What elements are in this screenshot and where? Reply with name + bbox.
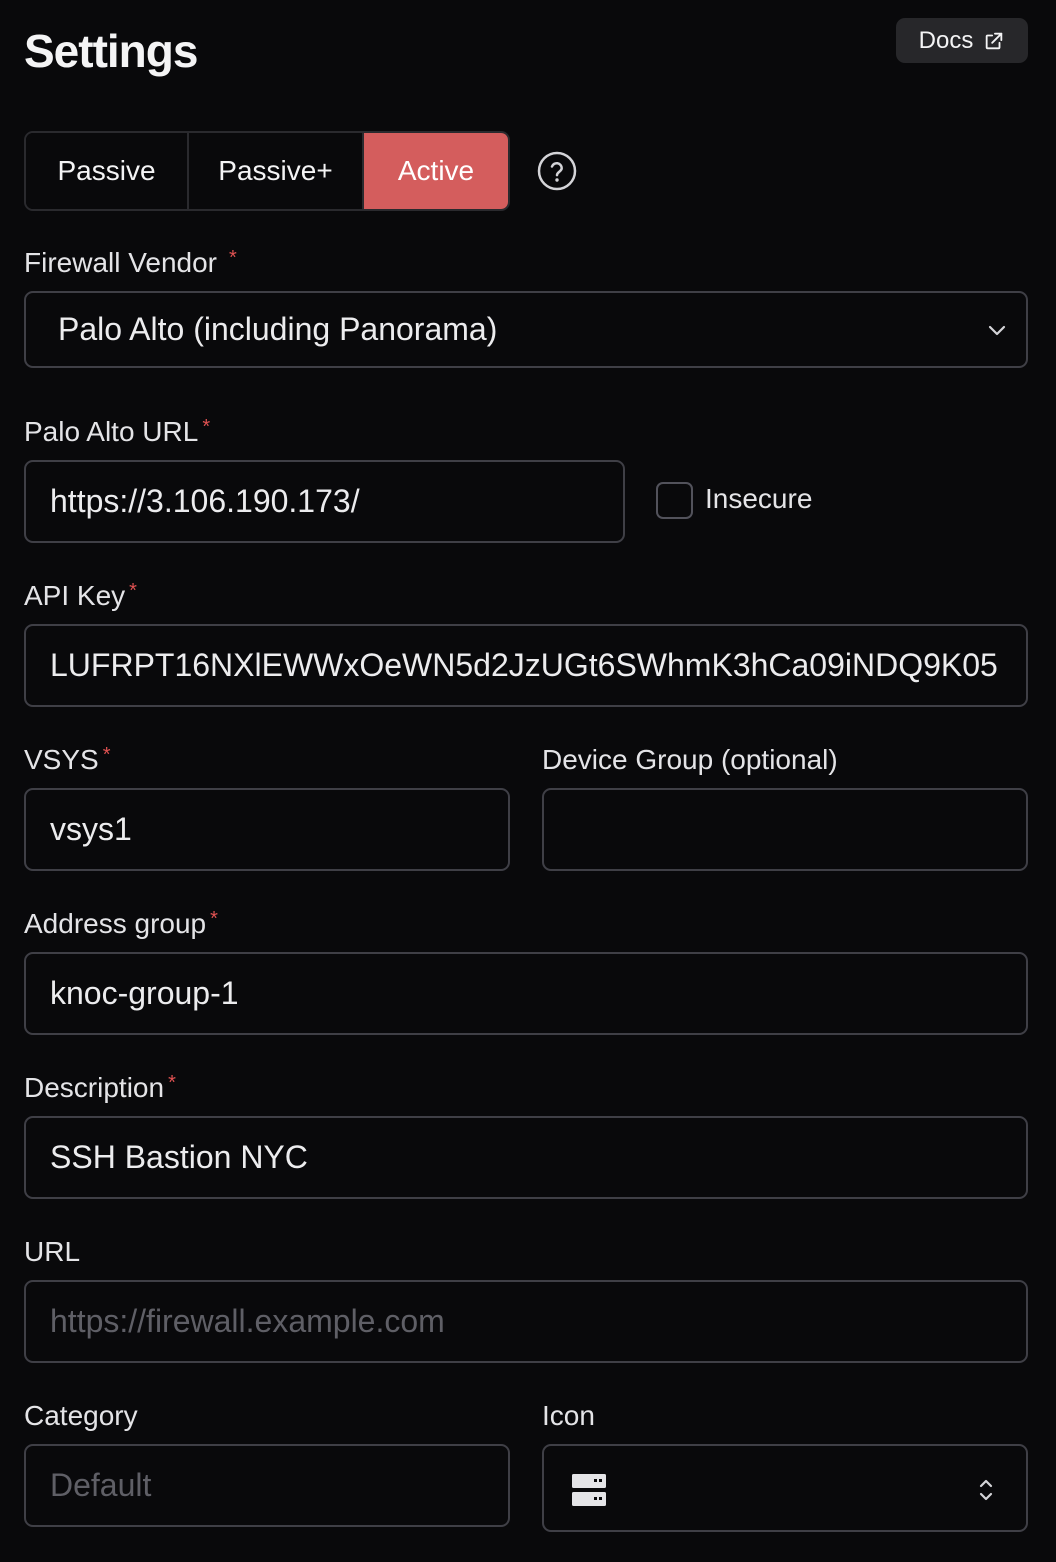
server-icon — [572, 1474, 606, 1506]
description-label: Description * — [24, 1072, 176, 1104]
docs-label: Docs — [918, 26, 974, 54]
palo-alto-url-label: Palo Alto URL * — [24, 416, 210, 448]
insecure-checkbox[interactable] — [656, 482, 693, 519]
help-icon[interactable] — [537, 151, 577, 191]
icon-label: Icon — [542, 1400, 595, 1431]
url-placeholder: https://firewall.example.com — [50, 1303, 445, 1339]
vsys-label-text: VSYS — [24, 744, 99, 775]
vsys-value: vsys1 — [50, 811, 132, 847]
palo-alto-url-label-text: Palo Alto URL — [24, 416, 199, 447]
address-group-label: Address group * — [24, 908, 218, 940]
required-marker: * — [102, 744, 111, 766]
chevron-up-down-icon — [979, 1479, 993, 1501]
palo-alto-url-input[interactable]: https://3.106.190.173/ — [24, 460, 625, 543]
required-marker: * — [202, 416, 211, 438]
vsys-input[interactable]: vsys1 — [24, 788, 510, 871]
required-marker: * — [168, 1072, 176, 1094]
vendor-value: Palo Alto (including Panorama) — [58, 311, 498, 347]
url-input[interactable]: https://firewall.example.com — [24, 1280, 1028, 1363]
category-placeholder: Default — [50, 1467, 152, 1503]
api-key-value: LUFRPT16NXlEWWxOeWN5d2JzUGt6SWhmK3hCa09i… — [50, 647, 998, 683]
settings-page: Settings Docs Passive Passive+ Active Fi… — [0, 0, 1056, 1562]
required-marker: * — [210, 908, 218, 930]
insecure-label[interactable]: Insecure — [705, 483, 812, 515]
device-group-label: Device Group (optional) — [542, 744, 838, 775]
chevron-down-icon — [988, 325, 1006, 336]
mode-active-button[interactable]: Active — [364, 133, 508, 209]
firewall-vendor-select[interactable]: Palo Alto (including Panorama) — [24, 291, 1028, 368]
api-key-label-text: API Key — [24, 580, 126, 611]
description-value: SSH Bastion NYC — [50, 1139, 308, 1175]
api-key-label: API Key * — [24, 580, 137, 612]
mode-passive-plus-button[interactable]: Passive+ — [189, 133, 364, 209]
palo-alto-url-value: https://3.106.190.173/ — [50, 483, 360, 519]
required-marker: * — [129, 580, 137, 602]
mode-toggle-group: Passive Passive+ Active — [24, 131, 510, 211]
vendor-label-text: Firewall Vendor — [24, 247, 217, 278]
vsys-label: VSYS * — [24, 744, 111, 776]
category-label: Category — [24, 1400, 138, 1431]
mode-passive-button[interactable]: Passive — [26, 133, 189, 209]
description-label-text: Description — [24, 1072, 165, 1103]
required-marker: * — [228, 247, 237, 269]
url-label: URL — [24, 1236, 81, 1267]
device-group-input[interactable] — [542, 788, 1028, 871]
address-group-input[interactable]: knoc-group-1 — [24, 952, 1028, 1035]
category-input[interactable]: Default — [24, 1444, 510, 1527]
external-link-icon — [986, 32, 1003, 49]
address-group-label-text: Address group — [24, 908, 207, 939]
address-group-value: knoc-group-1 — [50, 975, 239, 1011]
page-title: Settings — [24, 25, 198, 77]
description-input[interactable]: SSH Bastion NYC — [24, 1116, 1028, 1199]
vendor-label: Firewall Vendor * — [24, 247, 237, 279]
icon-select[interactable] — [542, 1444, 1028, 1532]
api-key-input[interactable]: LUFRPT16NXlEWWxOeWN5d2JzUGt6SWhmK3hCa09i… — [24, 624, 1028, 707]
docs-button[interactable]: Docs — [896, 18, 1028, 63]
